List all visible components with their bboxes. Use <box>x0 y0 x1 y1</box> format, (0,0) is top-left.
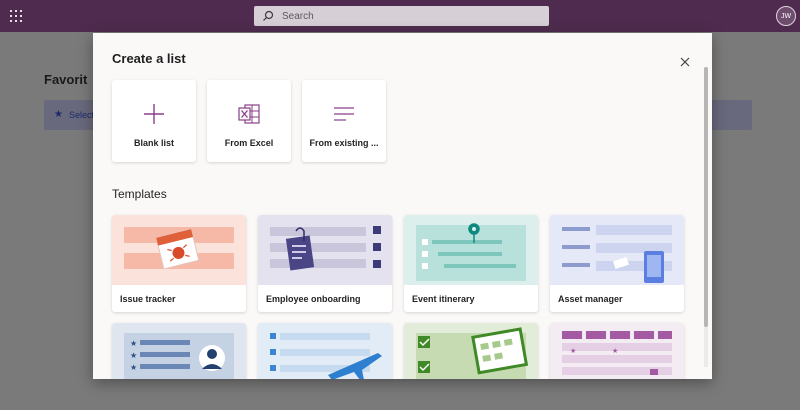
templates-heading: Templates <box>112 187 167 201</box>
template-card[interactable] <box>404 323 538 379</box>
template-thumbnail <box>112 215 246 285</box>
svg-text:★: ★ <box>130 351 137 360</box>
template-thumbnail <box>404 215 538 285</box>
svg-text:★: ★ <box>130 363 137 372</box>
template-employee-onboarding[interactable]: Employee onboarding <box>258 215 392 312</box>
template-thumbnail <box>550 215 684 285</box>
star-icon: ★ <box>54 109 63 120</box>
asset-manager-illustration <box>562 225 672 283</box>
checklist-illustration <box>416 327 529 379</box>
from-excel-label: From Excel <box>224 138 274 148</box>
event-itinerary-illustration <box>416 223 526 281</box>
template-label: Issue tracker <box>120 294 176 304</box>
close-button[interactable] <box>677 54 693 70</box>
blank-list-label: Blank list <box>133 138 174 148</box>
template-issue-tracker[interactable]: Issue tracker <box>112 215 246 312</box>
calendar-grid-illustration: ★ ★ <box>562 331 672 375</box>
template-thumbnail <box>258 215 392 285</box>
list-lines-icon <box>334 107 354 121</box>
create-list-dialog: Create a list Blank list From Excel From… <box>93 33 712 379</box>
user-avatar[interactable]: JW <box>776 6 796 26</box>
svg-text:★: ★ <box>612 347 618 355</box>
excel-icon <box>238 104 260 124</box>
search-box[interactable]: Search <box>254 6 549 26</box>
employee-onboarding-illustration <box>270 226 381 271</box>
template-event-itinerary[interactable]: Event itinerary <box>404 215 538 312</box>
background-banner-text: Select <box>69 110 95 120</box>
blank-list-option[interactable]: Blank list <box>112 80 196 162</box>
people-list-illustration: ★ ★ ★ <box>124 333 234 379</box>
from-existing-list-label: From existing ... <box>309 138 379 148</box>
template-thumbnail <box>404 323 538 379</box>
template-thumbnail: ★ ★ ★ <box>112 323 246 379</box>
template-card[interactable]: ★ ★ <box>550 323 684 379</box>
search-icon <box>263 10 274 21</box>
template-asset-manager[interactable]: Asset manager <box>550 215 684 312</box>
svg-text:★: ★ <box>570 347 576 355</box>
search-placeholder: Search <box>282 10 314 22</box>
travel-illustration <box>270 333 382 379</box>
template-card[interactable] <box>258 323 392 379</box>
plus-icon <box>144 104 164 124</box>
issue-tracker-illustration <box>124 227 234 270</box>
dialog-title: Create a list <box>112 51 186 66</box>
scrollbar-thumb[interactable] <box>704 67 708 327</box>
template-thumbnail <box>258 323 392 379</box>
from-existing-list-option[interactable]: From existing ... <box>302 80 386 162</box>
suite-bar: Search JW <box>0 0 800 32</box>
close-icon <box>680 57 690 67</box>
app-launcher-icon[interactable] <box>10 10 22 22</box>
template-card[interactable]: ★ ★ ★ <box>112 323 246 379</box>
svg-text:★: ★ <box>130 339 137 348</box>
background-page-title: Favorit <box>44 72 88 87</box>
from-excel-option[interactable]: From Excel <box>207 80 291 162</box>
template-label: Asset manager <box>558 294 623 304</box>
template-label: Event itinerary <box>412 294 475 304</box>
template-thumbnail: ★ ★ <box>550 323 684 379</box>
template-label: Employee onboarding <box>266 294 361 304</box>
